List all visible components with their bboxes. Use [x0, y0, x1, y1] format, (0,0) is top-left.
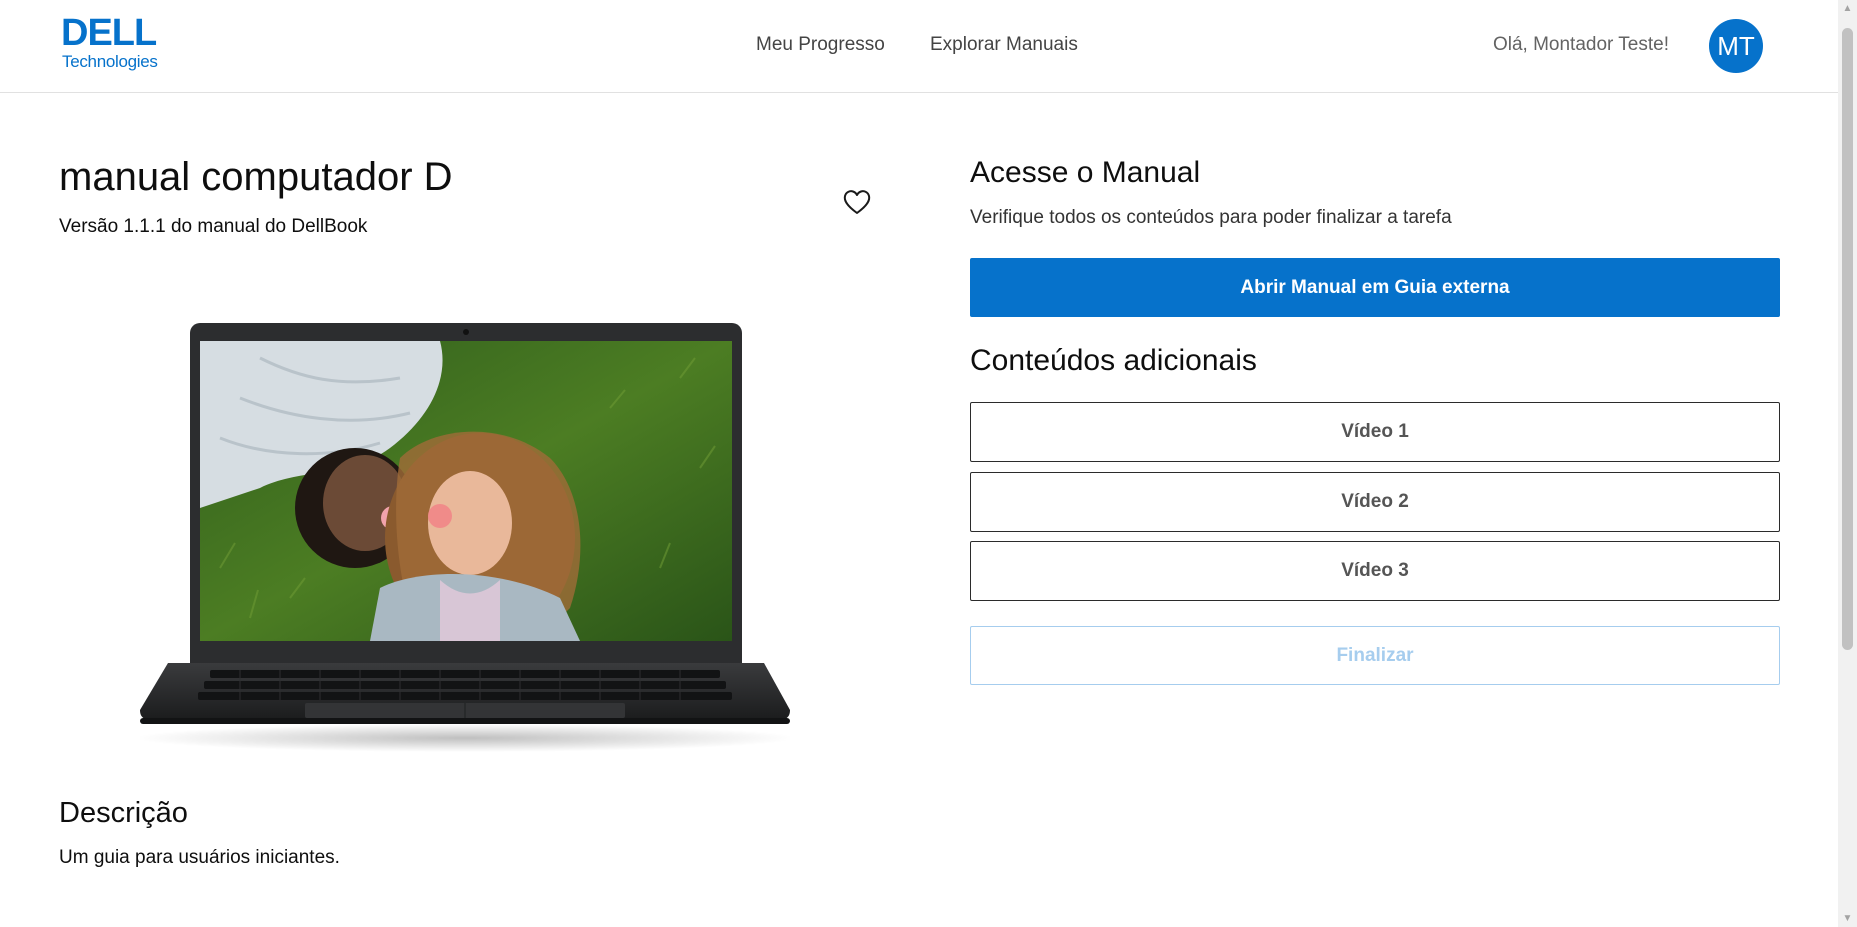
scroll-down-arrow-icon[interactable]: ▼ [1838, 910, 1857, 927]
scrollbar-thumb[interactable] [1842, 28, 1853, 650]
laptop-product-image [140, 323, 790, 752]
heart-icon[interactable] [843, 189, 871, 215]
finish-button[interactable]: Finalizar [970, 626, 1780, 685]
nav-link-explorar-manuais[interactable]: Explorar Manuais [930, 32, 1078, 58]
user-greeting: Olá, Montador Teste! [1492, 34, 1669, 55]
logo-sub-text: Technologies [62, 52, 158, 71]
additional-content-heading: Conteúdos adicionais [970, 344, 1257, 377]
logo-brand-text: DELL [61, 12, 157, 54]
video-2-button[interactable]: Vídeo 2 [970, 472, 1780, 532]
description-heading: Descrição [59, 797, 188, 829]
top-header: DELL Technologies Meu Progresso Explorar… [0, 0, 1838, 93]
video-3-button[interactable]: Vídeo 3 [970, 541, 1780, 601]
video-1-button[interactable]: Vídeo 1 [970, 402, 1780, 462]
manual-title: manual computador D [59, 155, 453, 199]
open-manual-external-button[interactable]: Abrir Manual em Guia externa [970, 258, 1780, 317]
vertical-scrollbar[interactable]: ▲ ▼ [1838, 0, 1857, 927]
access-manual-hint: Verifique todos os conteúdos para poder … [970, 207, 1452, 228]
nav-link-meu-progresso[interactable]: Meu Progresso [756, 32, 885, 58]
dell-technologies-logo[interactable]: DELL Technologies [61, 14, 171, 76]
description-text: Um guia para usuários iniciantes. [59, 847, 340, 868]
manual-version: Versão 1.1.1 do manual do DellBook [59, 216, 368, 237]
page: DELL Technologies Meu Progresso Explorar… [0, 0, 1857, 927]
scroll-up-arrow-icon[interactable]: ▲ [1838, 0, 1857, 17]
user-avatar[interactable]: MT [1709, 19, 1763, 73]
access-manual-heading: Acesse o Manual [970, 156, 1201, 189]
